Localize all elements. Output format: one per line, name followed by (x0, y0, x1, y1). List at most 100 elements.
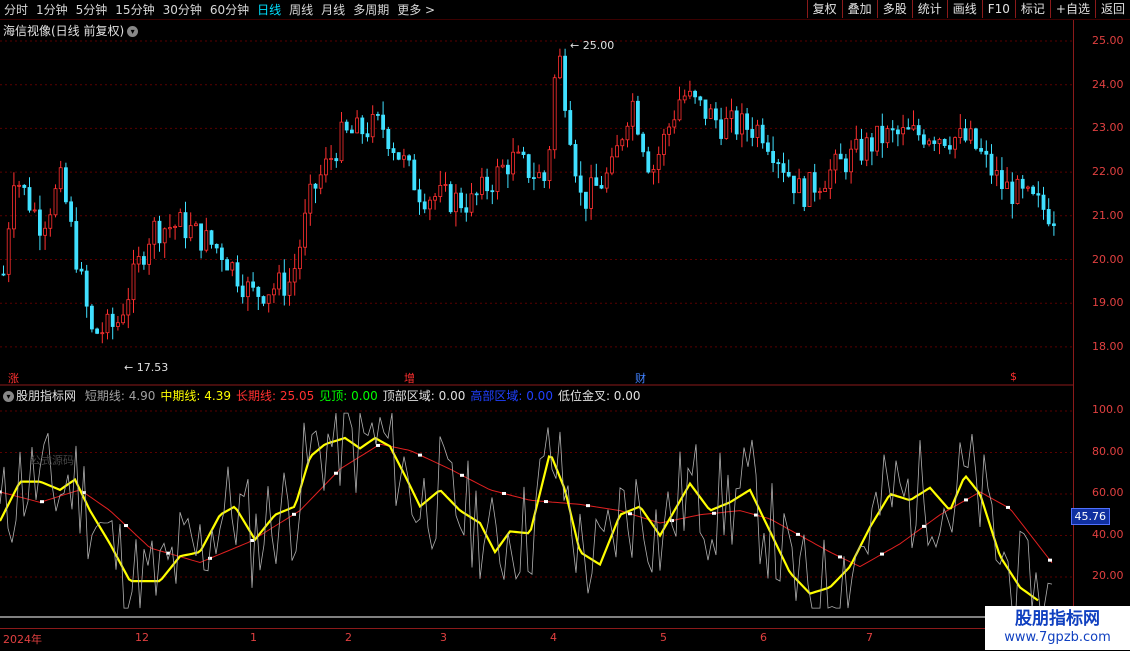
candle-body (734, 110, 739, 135)
candle-body (188, 225, 193, 239)
period-tab-4[interactable]: 30分钟 (159, 1, 206, 18)
candle-body (656, 154, 661, 170)
candle-body (126, 299, 131, 316)
candle-body (760, 124, 765, 144)
date-label: 12 (135, 631, 149, 644)
candle-body (277, 272, 282, 290)
long-term-dot (40, 500, 44, 504)
long-term-dot (1006, 505, 1010, 509)
indicator-name[interactable]: 股朋指标网 (16, 389, 76, 403)
candle-body (48, 214, 53, 229)
long-term-dot (922, 524, 926, 528)
period-tab-0[interactable]: 分时 (0, 1, 32, 18)
period-tab-1[interactable]: 1分钟 (32, 1, 72, 18)
chevron-down-icon[interactable]: ▾ (127, 26, 139, 37)
candle-body (927, 140, 931, 145)
event-marker-2[interactable]: 财 (633, 370, 648, 386)
candle-body (610, 156, 614, 174)
candle-body (349, 129, 354, 134)
candle-body (781, 163, 786, 173)
candle-body (771, 151, 775, 163)
toolbar-button-4[interactable]: 画线 (946, 0, 982, 18)
candle-body (937, 139, 942, 144)
chevron-down-icon[interactable]: ▾ (3, 391, 14, 402)
candle-body (1020, 178, 1025, 189)
candle-body (183, 212, 188, 239)
candle-body (105, 313, 110, 334)
candle-body (38, 209, 42, 236)
period-tab-9[interactable]: 多周期 (349, 1, 393, 18)
period-tab-6[interactable]: 日线 (253, 1, 285, 18)
candle-body (849, 148, 853, 173)
toolbar-button-1[interactable]: 叠加 (841, 0, 877, 18)
candle-body (58, 167, 63, 190)
period-tab-3[interactable]: 15分钟 (111, 1, 158, 18)
candle-body (230, 262, 235, 271)
candle-body (90, 305, 94, 330)
event-marker-1[interactable]: 增 (402, 370, 417, 386)
candle-body (433, 196, 438, 201)
candle-body (682, 95, 687, 101)
period-tab-5[interactable]: 60分钟 (206, 1, 253, 18)
candle-body (500, 164, 505, 168)
indicator-tick: 20.00 (1092, 569, 1124, 582)
candle-body (32, 209, 37, 212)
event-marker-0[interactable]: 涨 (6, 370, 21, 386)
candle-body (339, 121, 344, 162)
formula-watermark: 公式源码 (30, 454, 74, 467)
period-tab-2[interactable]: 5分钟 (72, 1, 112, 18)
toolbar-button-3[interactable]: 统计 (911, 0, 947, 18)
candle-body (922, 134, 926, 145)
candle-body (100, 332, 105, 335)
candle-body (287, 281, 292, 296)
period-tab-10[interactable]: 更多 > (393, 1, 439, 18)
candle-body (651, 169, 656, 173)
candle-body (755, 124, 760, 138)
candle-body (271, 288, 276, 296)
candle-body (157, 220, 162, 244)
candle-body (116, 322, 120, 327)
date-label: 7 (866, 631, 873, 644)
candle-body (261, 296, 266, 304)
candle-body (427, 199, 432, 210)
candle-body (375, 114, 380, 116)
candle-body (162, 228, 167, 244)
price-tick: 19.00 (1092, 296, 1124, 310)
candle-body (511, 151, 516, 175)
candle-body (1046, 209, 1051, 225)
candle-body (1005, 181, 1009, 189)
candle-body (95, 328, 99, 334)
candle-body (251, 281, 256, 288)
candle-body (594, 177, 599, 186)
candle-body (417, 189, 422, 203)
candle-body (750, 129, 755, 138)
price-tick: 23.00 (1092, 121, 1124, 135)
candle-body (27, 187, 32, 211)
candle-body (745, 113, 749, 130)
candle-body (381, 114, 386, 130)
candle-body (963, 128, 968, 141)
toolbar-button-5[interactable]: F10 (981, 0, 1015, 18)
toolbar-button-7[interactable]: +自选 (1049, 0, 1095, 18)
candle-body (563, 55, 567, 111)
toolbar-button-6[interactable]: 标记 (1014, 0, 1050, 18)
period-tab-8[interactable]: 月线 (317, 1, 349, 18)
candle-body (703, 99, 708, 119)
toolbar-button-8[interactable]: 返回 (1094, 0, 1130, 18)
price-tick: 21.00 (1092, 208, 1124, 222)
long-term-dot (124, 524, 128, 528)
candle-body (412, 159, 417, 191)
candle-body (724, 118, 729, 139)
low-price-label: ← 17.53 (124, 361, 168, 374)
candle-body (131, 263, 136, 301)
candle-body (313, 183, 318, 189)
event-marker-3[interactable]: $ (1008, 370, 1019, 383)
long-term-dot (376, 443, 380, 447)
candle-body (823, 187, 827, 192)
toolbar-button-0[interactable]: 复权 (806, 0, 842, 18)
candle-body (152, 220, 157, 245)
candle-body (620, 139, 625, 147)
toolbar-button-2[interactable]: 多股 (876, 0, 912, 18)
period-tab-7[interactable]: 周线 (285, 1, 317, 18)
candle-body (240, 285, 245, 298)
